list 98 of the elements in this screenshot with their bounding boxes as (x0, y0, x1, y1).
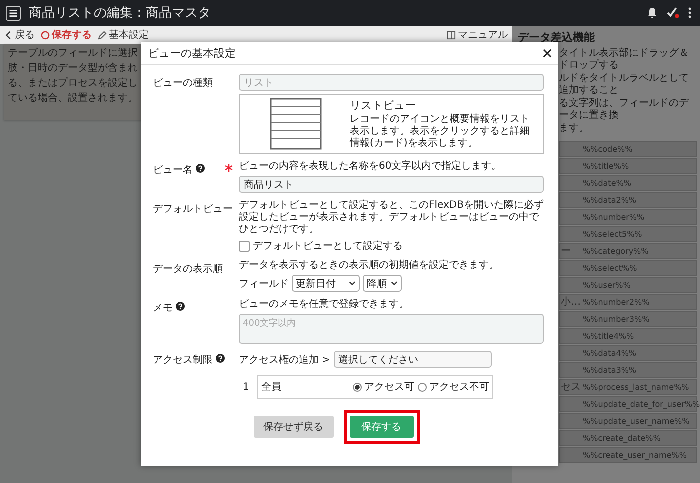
placeholder-text: %%title%% (583, 162, 630, 170)
help-icon[interactable] (196, 164, 205, 173)
close-button[interactable] (543, 48, 552, 58)
dialog-title: ビューの基本設定 (148, 46, 236, 60)
pencil-icon (98, 30, 107, 40)
cancel-button[interactable]: 保存せず戻る (254, 416, 334, 438)
placeholder-text: %%data4%% (583, 348, 637, 358)
placeholder-chip[interactable]: %%create_date%% (559, 430, 697, 446)
placeholder-text: %%select5%% (583, 230, 642, 238)
panel-text: ます。 (559, 123, 590, 135)
hint-text: データを表示するときの表示順の初期値を設定できます。 (239, 260, 500, 272)
placeholder-chip[interactable]: ー %%category%% (559, 243, 697, 259)
placeholder-text: %%update_user_name%% (583, 416, 690, 426)
placeholder-chip[interactable]: %%select%% (559, 260, 697, 276)
field-label: データの表示順 (153, 262, 223, 276)
settings-link[interactable]: 基本設定 (98, 28, 149, 42)
placeholder-chip[interactable]: セス %%process_last_name%% (559, 379, 697, 395)
field-label: デフォルトビュー (153, 203, 233, 216)
placeholder-chip[interactable]: %%date%% (559, 175, 697, 191)
check-icon[interactable] (667, 7, 680, 19)
table-cell-text: 全員 (261, 381, 282, 394)
field-dropdown[interactable]: 更新日付 (292, 275, 360, 292)
hint-text: ビューの内容を表現した名称を60文字以内で指定します。 (239, 161, 503, 173)
view-type-field: リスト (239, 74, 544, 91)
panel-text: ルドをタイトルラベルとして追加すること (559, 73, 690, 97)
placeholder-text: %%data3%% (583, 366, 637, 374)
memo-field[interactable]: 400文字以内 (239, 314, 544, 344)
row-number: 1 (243, 382, 250, 392)
checkbox[interactable] (239, 240, 250, 252)
field-label: ー (561, 246, 571, 257)
panel-text: タイトル表示部にドラッグ＆ドロップする (559, 48, 690, 72)
checkbox-label: デフォルトビューとして設定する (253, 240, 403, 253)
placeholder-chip[interactable]: %%title4%% (559, 328, 697, 344)
field-label: セス (561, 382, 581, 393)
placeholder-chip[interactable]: %%update_user_name%% (559, 413, 697, 429)
radio-button[interactable] (353, 382, 362, 392)
placeholder-text: %%process_last_name%% (583, 382, 690, 392)
order-dropdown[interactable]: 降順 (363, 275, 402, 292)
placeholder-text: %%category%% (583, 246, 649, 256)
placeholder-text: %%number3%% (583, 314, 650, 324)
field-label: アクセス制限 (153, 354, 213, 367)
caret-icon (391, 281, 398, 286)
placeholder-text: %%update_date_for_user%% (583, 400, 700, 408)
radio-button[interactable] (418, 382, 428, 392)
field-label: ビュー名 (153, 164, 193, 177)
close-icon (543, 48, 552, 58)
placeholder-text: %%create_date%% (583, 434, 661, 442)
placeholder-text: %%user%% (583, 280, 631, 290)
list-icon (270, 98, 322, 150)
preview-description: レコードのアイコンと概要情報をリスト表示します。表示をクリックすると詳細情報(カード)を表示します。 (350, 114, 531, 150)
more-icon[interactable] (688, 7, 692, 19)
save-button[interactable]: 保存する (350, 416, 414, 438)
page-title: 商品リストの編集：商品マスタ (29, 5, 211, 22)
field-label: ビューの種類 (153, 76, 213, 90)
placeholder-chip[interactable]: %%data2%% (559, 192, 697, 208)
placeholder-text: %%number2%% (583, 298, 650, 306)
help-icon[interactable] (216, 354, 225, 363)
placeholder-chip[interactable]: %%create_user_name%% (559, 447, 697, 463)
panel-title: データ差込機能 (518, 30, 596, 45)
chevron-left-icon (4, 30, 13, 40)
placeholder-text: %%code%% (583, 144, 633, 154)
placeholder-text: %%create_user_name%% (583, 450, 687, 460)
placeholder-chip[interactable]: %%user%% (559, 277, 697, 293)
radio-label: アクセス可 (364, 381, 414, 394)
placeholder-chip[interactable]: %%code%% (559, 141, 697, 157)
placeholder-chip[interactable]: %%data3%% (559, 362, 697, 378)
menu-icon[interactable] (6, 6, 21, 20)
placeholder-chip[interactable]: %%number%% (559, 209, 697, 225)
manual-link[interactable]: マニュアル (447, 28, 508, 42)
field-label: メモ (153, 302, 173, 315)
placeholder-chip[interactable]: %%select5%% (559, 226, 697, 242)
placeholder-text: %%number%% (583, 212, 645, 222)
hint-text: ビューのメモを任意で登録できます。 (239, 299, 410, 311)
placeholder-chip[interactable]: 小… %%number2%% (559, 294, 697, 310)
field-label: フィールド (239, 278, 289, 290)
placeholder-chip[interactable]: %%title%% (559, 158, 697, 174)
placeholder-chip[interactable]: %%data4%% (559, 345, 697, 361)
circle-icon (41, 30, 50, 40)
help-icon[interactable] (176, 302, 185, 311)
save-link[interactable]: 保存する (41, 28, 92, 42)
back-button[interactable]: 戻る (4, 28, 35, 42)
field-label: 小… (561, 297, 581, 308)
caret-icon (349, 281, 356, 286)
radio-label: アクセス不可 (429, 381, 490, 394)
info-text: テーブルのフィールドに選択肢・日時のデータ型が含まれる、またはプロセスを設定している場合、設置されます。 (8, 46, 139, 106)
preview-title: リストビュー (350, 98, 417, 113)
panel-text: る文字列は、フィールドのデータに置き換 (559, 98, 690, 122)
placeholder-text: %%select%% (583, 264, 638, 272)
placeholder-text: %%data2%% (583, 196, 637, 204)
placeholder-text: %%title4%% (583, 332, 634, 340)
placeholder-text: %%date%% (583, 178, 632, 188)
placeholder-chip[interactable]: %%number3%% (559, 311, 697, 327)
book-icon (447, 30, 456, 40)
bell-icon[interactable] (646, 7, 659, 19)
access-select-field[interactable]: 選択してください (334, 351, 492, 368)
view-name-field[interactable]: 商品リスト (239, 176, 544, 193)
description-text: デフォルトビューとして設定すると、このFlexDBを開いた際に必ず設定したビューが表示されます。デフォルトビューはビューの中でひとつだけです。 (239, 200, 544, 236)
field-label: アクセス権の追加 > (239, 354, 331, 366)
